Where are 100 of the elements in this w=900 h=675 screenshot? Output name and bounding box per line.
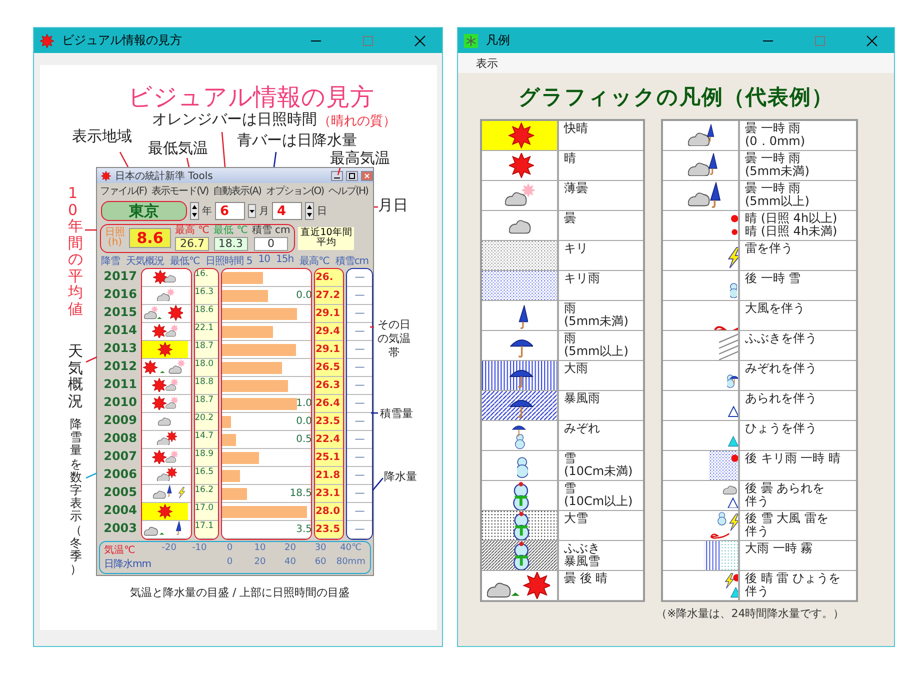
column-header: 降雪 [101,254,120,268]
leader-line [186,158,190,168]
sun-icon [482,121,557,150]
precipitation-value: 0.0 [296,290,312,300]
sun-icon [100,170,112,180]
snow-cell: — [346,322,372,340]
spinner-icon[interactable] [305,202,314,220]
axis-tick: 60 [314,556,328,568]
legend-label: 晴 [564,152,577,165]
min-temp-cell: 18.7 [194,394,218,412]
stat-value: 8.6 [129,228,171,248]
axis-label: 気温℃ [104,544,136,556]
snow-cell: — [346,304,372,322]
cloud-umbrella-icon [688,124,715,146]
column-header: 最高℃ [300,254,330,268]
stat-label: 最高 ℃ [175,226,210,236]
snow-cell: — [346,502,372,520]
legend-label: 雨 [564,302,577,315]
legend-label: 後 晴 雷 ひょうを [745,572,842,585]
year-label: 2017 [102,268,138,285]
legend-label: (5mm未満) [745,165,810,178]
dotted-pattern-icon [482,271,557,300]
minimize-icon[interactable] [331,170,343,180]
legend-label: 曇 一時 雨 [745,122,802,135]
sun-icon [40,34,54,48]
year-label: 2004 [102,502,138,519]
legend-label: 雨 [564,332,577,345]
legend-label: 後 曇 あられを [745,482,826,495]
min-temp-cell: 16.2 [194,484,218,502]
leader-line [85,229,97,231]
legend-label: 暴風雪 [564,555,601,568]
footnote: （※降水量は、24時間降水量です。） [656,606,846,621]
legend-label: (5mm未満) [564,315,630,328]
leader-line [372,478,384,490]
annotation-label: （晴れの質） [318,113,396,130]
cloud-icon [509,219,532,234]
stat-value: 18.3 [214,236,248,250]
legend-label: (5mm以上) [745,195,810,208]
max-temp-cell: 27.2 [315,286,343,304]
sun-icon [142,340,188,358]
menu-item[interactable]: ファイル(F) [100,184,147,198]
snowflake-icon [464,34,478,48]
snow-cell: — [346,376,372,394]
snow-cell: — [346,448,372,466]
location-field[interactable]: 東京 [101,201,187,221]
min-temp-cell: 16.5 [194,466,218,484]
month-field[interactable]: 6 [215,202,245,220]
lightning-dot-icon [724,573,738,598]
annotation-label: 最高気温 [330,149,390,168]
maximize-icon[interactable] [346,170,358,180]
legend-label: ひょうを伴う [745,422,818,435]
column-header: 15h [276,254,294,266]
cloud-umbrella-icon [688,152,718,176]
menu-item[interactable]: 自動表示(A) [213,184,261,198]
year-label: 2010 [102,394,138,411]
annotation-label: 表示地域 [72,127,132,146]
average-label: 平均 [315,238,338,249]
window-title: 凡例 [486,32,511,49]
snow-cell: — [346,520,372,538]
cloud-sun-icon [156,288,175,302]
legend-label: 大雨 [564,362,589,375]
menu-item[interactable]: 表示モード(V) [152,184,208,198]
min-temp-cell: 18.8 [194,376,218,394]
day-field[interactable]: 4 [272,202,302,220]
legend-label: ふぶき [564,542,601,555]
axis-tick: -20 [160,542,178,554]
legend-label: 晴 (日照 4h以上) [745,212,838,225]
legend-label: 雷を伴う [745,242,794,255]
min-temp-cell: 17.0 [194,502,218,520]
sun-cloud-icon [152,378,178,392]
cloud-sun-icon [486,572,550,599]
dropdown-icon[interactable] [248,204,256,218]
precipitation-value: 1.0 [296,398,312,408]
menu-item[interactable]: 表示 [476,56,498,70]
hatch-icon [718,333,738,360]
axis-tick: 0 [226,556,234,568]
max-temp-cell: 29.4 [315,322,343,340]
legend-label: 大雪 [564,512,589,525]
year-label: 年 [202,205,212,218]
cloud-umbrella-icon [144,521,182,536]
legend-label: 曇 一時 雨 [745,152,802,165]
min-temp-cell: 18.6 [194,304,218,322]
year-label: 2009 [102,412,138,429]
spinner-icon[interactable] [190,202,199,220]
dotted-pattern-icon [482,241,557,270]
window-title: ビジュアル情報の見方 [62,32,183,49]
leader-line [337,168,341,176]
guide-heading: ビジュアル情報の見方 [128,82,374,112]
snowman-icon [730,282,738,298]
menu-item[interactable]: オプション(O) [266,184,324,198]
axis-label: 日降水mm [104,558,152,570]
dotted-pattern-icon [708,451,738,480]
legend-label: 大風を伴う [745,302,806,315]
dot-icon [730,214,738,235]
sun-cloud-icon [152,396,178,410]
legend-label: (5mm以上) [564,345,630,358]
leader-line [221,132,226,168]
axis-tick: 0 [226,542,234,554]
menu-item[interactable]: ヘルプ(H) [328,184,368,198]
min-temp-cell: 17.1 [194,520,218,538]
